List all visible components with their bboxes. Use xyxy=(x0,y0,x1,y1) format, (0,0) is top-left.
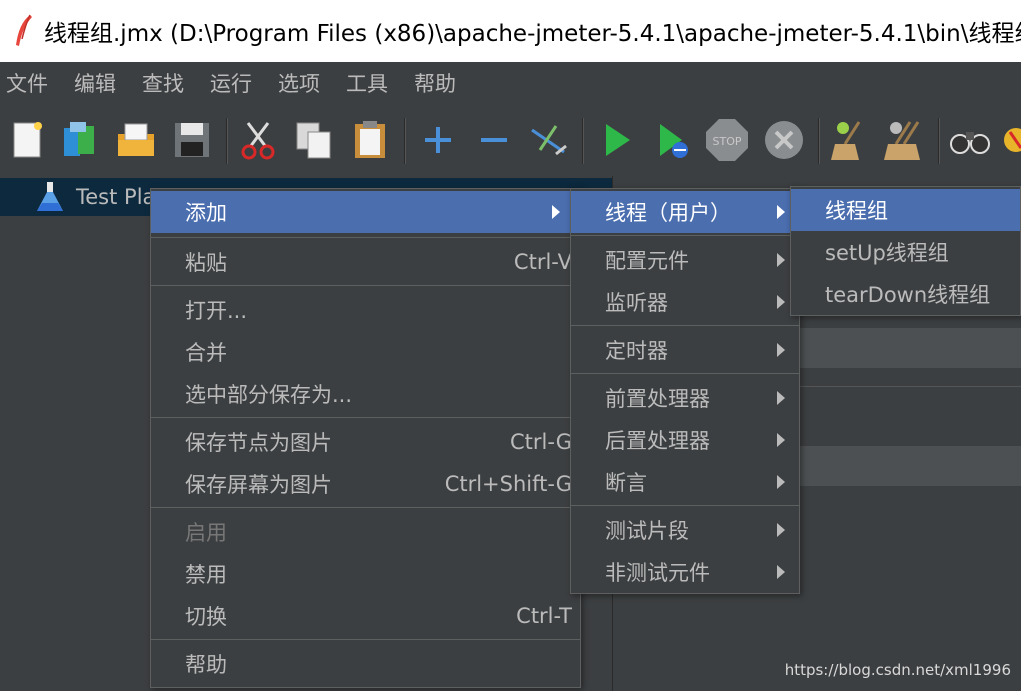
menu-item-enable: 启用 xyxy=(185,521,227,545)
templates-icon[interactable] xyxy=(58,118,102,162)
toolbar-separator xyxy=(582,118,584,164)
menu-item-save-node-image[interactable]: 保存节点为图片 Ctrl-G xyxy=(151,421,580,463)
menu-separator xyxy=(151,285,580,286)
add-submenu: 线程（用户） 配置元件 监听器 定时器 前置处理器 后置处理器 断言 测试片段 … xyxy=(570,188,800,594)
clear-all-icon[interactable] xyxy=(884,118,928,162)
menu-separator xyxy=(151,237,580,238)
menu-item-non-test-element[interactable]: 非测试元件 xyxy=(571,551,799,593)
start-no-pause-icon[interactable] xyxy=(650,118,694,162)
menu-item-post-processor[interactable]: 后置处理器 xyxy=(571,419,799,461)
menu-separator xyxy=(151,507,580,508)
window-title: 线程组.jmx (D:\Program Files (x86)\apache-j… xyxy=(44,21,1021,47)
menu-item-assertion[interactable]: 断言 xyxy=(571,461,799,503)
start-icon[interactable] xyxy=(594,118,638,162)
menubar: 文件 编辑 查找 运行 选项 工具 帮助 xyxy=(0,62,1021,104)
chevron-right-icon xyxy=(777,253,785,267)
menu-item-timer[interactable]: 定时器 xyxy=(571,329,799,371)
menu-separator xyxy=(151,417,580,418)
save-icon[interactable] xyxy=(170,118,214,162)
toolbar: STOP xyxy=(0,104,1021,176)
menu-tools[interactable]: 工具 xyxy=(346,68,388,98)
toolbar-separator xyxy=(938,118,940,164)
menu-item-save-selection[interactable]: 选中部分保存为... xyxy=(151,373,580,415)
tree-node-label: Test Pla xyxy=(76,185,156,209)
menu-item-pre-processor[interactable]: 前置处理器 xyxy=(571,377,799,419)
menu-item-add[interactable]: 添加 xyxy=(151,191,580,233)
search-icon[interactable] xyxy=(948,118,992,162)
menu-item-threads[interactable]: 线程（用户） xyxy=(571,191,799,233)
toolbar-separator xyxy=(226,118,228,164)
menu-separator xyxy=(571,373,799,374)
menu-edit[interactable]: 编辑 xyxy=(74,68,116,98)
menu-item-thread-group[interactable]: 线程组 xyxy=(791,189,1020,231)
menu-separator xyxy=(571,235,799,236)
menu-item-test-fragment[interactable]: 测试片段 xyxy=(571,509,799,551)
chevron-right-icon xyxy=(777,343,785,357)
menu-file[interactable]: 文件 xyxy=(6,68,48,98)
menu-separator xyxy=(571,505,799,506)
toolbar-separator xyxy=(818,118,820,164)
shutdown-icon[interactable] xyxy=(762,118,806,162)
chevron-right-icon xyxy=(777,433,785,447)
toolbar-separator xyxy=(404,118,406,164)
menu-item-setup-thread-group[interactable]: setUp线程组 xyxy=(791,231,1020,273)
chevron-right-icon xyxy=(777,295,785,309)
menu-item-teardown-thread-group[interactable]: tearDown线程组 xyxy=(791,273,1020,315)
chevron-right-icon xyxy=(552,205,560,219)
menu-item-help[interactable]: 帮助 xyxy=(151,643,580,685)
reset-search-icon[interactable] xyxy=(1002,118,1021,162)
toggle-icon[interactable] xyxy=(526,118,570,162)
menu-item-paste[interactable]: 粘贴 Ctrl-V xyxy=(151,241,580,283)
expand-icon[interactable] xyxy=(416,118,460,162)
menu-item-toggle[interactable]: 切换 Ctrl-T xyxy=(151,595,580,637)
watermark: https://blog.csdn.net/xml1996 xyxy=(784,661,1011,679)
chevron-right-icon xyxy=(777,523,785,537)
menu-options[interactable]: 选项 xyxy=(278,68,320,98)
collapse-icon[interactable] xyxy=(472,118,516,162)
menu-help[interactable]: 帮助 xyxy=(414,68,456,98)
chevron-right-icon xyxy=(777,475,785,489)
chevron-right-icon xyxy=(777,391,785,405)
copy-icon[interactable] xyxy=(292,118,336,162)
menu-item-open[interactable]: 打开... xyxy=(151,289,580,331)
menu-separator xyxy=(151,639,580,640)
cut-icon[interactable] xyxy=(236,118,280,162)
jmeter-feather-icon xyxy=(12,13,36,49)
stop-icon[interactable]: STOP xyxy=(704,118,748,162)
menu-run[interactable]: 运行 xyxy=(210,68,252,98)
new-icon[interactable] xyxy=(6,118,50,162)
chevron-right-icon xyxy=(777,205,785,219)
threads-submenu: 线程组 setUp线程组 tearDown线程组 xyxy=(790,186,1021,316)
chevron-right-icon xyxy=(777,565,785,579)
open-icon[interactable] xyxy=(114,118,158,162)
menu-separator xyxy=(571,325,799,326)
test-plan-flask-icon xyxy=(37,182,63,211)
menu-item-save-screen-image[interactable]: 保存屏幕为图片 Ctrl+Shift-G xyxy=(151,463,580,505)
menu-item-listener[interactable]: 监听器 xyxy=(571,281,799,323)
menu-item-merge[interactable]: 合并 xyxy=(151,331,580,373)
svg-text:STOP: STOP xyxy=(713,135,742,148)
window-titlebar: 线程组.jmx (D:\Program Files (x86)\apache-j… xyxy=(0,0,1021,62)
context-menu: 添加 粘贴 Ctrl-V 打开... 合并 选中部分保存为... 保存节点为图片 C… xyxy=(150,188,581,688)
menu-item-config-element[interactable]: 配置元件 xyxy=(571,239,799,281)
menu-item-disable[interactable]: 禁用 xyxy=(151,553,580,595)
paste-icon[interactable] xyxy=(348,118,392,162)
menu-search[interactable]: 查找 xyxy=(142,68,184,98)
clear-icon[interactable] xyxy=(828,118,872,162)
